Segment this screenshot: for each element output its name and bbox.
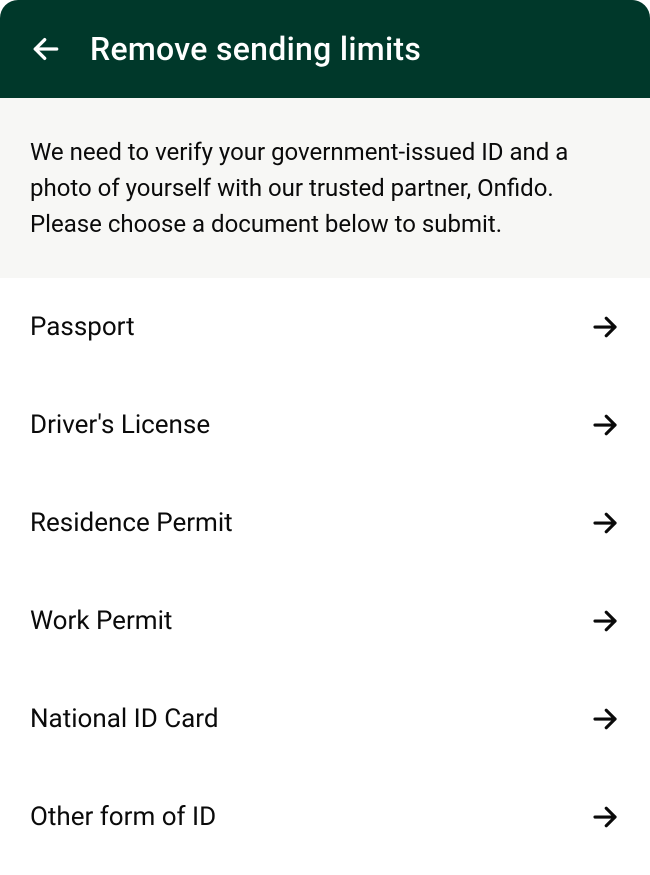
arrow-right-icon (590, 802, 620, 832)
arrow-right-icon (590, 606, 620, 636)
document-option-work-permit[interactable]: Work Permit (0, 572, 650, 670)
list-item-label: Work Permit (30, 606, 172, 636)
list-item-label: Other form of ID (30, 802, 216, 832)
arrow-right-icon (590, 704, 620, 734)
document-option-residence-permit[interactable]: Residence Permit (0, 474, 650, 572)
arrow-right-icon (590, 508, 620, 538)
document-option-national-id[interactable]: National ID Card (0, 670, 650, 768)
list-item-label: Driver's License (30, 410, 210, 440)
list-item-label: National ID Card (30, 704, 219, 734)
document-option-drivers-license[interactable]: Driver's License (0, 376, 650, 474)
document-option-other[interactable]: Other form of ID (0, 768, 650, 866)
arrow-right-icon (590, 410, 620, 440)
list-item-label: Residence Permit (30, 508, 233, 538)
arrow-right-icon (590, 312, 620, 342)
document-list: Passport Driver's License Residence Perm… (0, 278, 650, 866)
description-section: We need to verify your government-issued… (0, 98, 650, 278)
back-arrow-icon[interactable] (30, 33, 62, 65)
description-text: We need to verify your government-issued… (30, 134, 620, 242)
app-header: Remove sending limits (0, 0, 650, 98)
page-title: Remove sending limits (90, 30, 421, 68)
document-option-passport[interactable]: Passport (0, 278, 650, 376)
list-item-label: Passport (30, 312, 135, 342)
